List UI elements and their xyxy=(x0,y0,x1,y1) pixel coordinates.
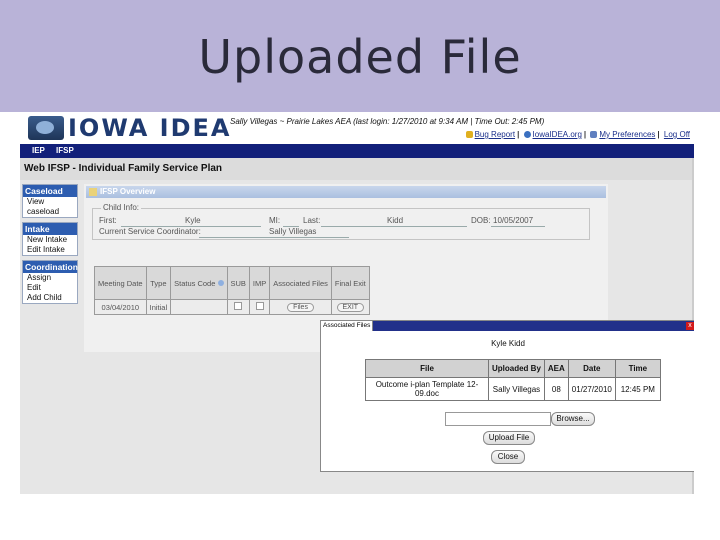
associated-files-dialog: Associated Files x Kyle Kidd File Upload… xyxy=(320,320,694,472)
bug-report-link[interactable]: Bug Report xyxy=(475,130,515,139)
help-icon[interactable] xyxy=(217,279,224,286)
iowa-map-logo-icon xyxy=(28,116,64,140)
aea-cell: 08 xyxy=(543,377,569,401)
browse-button[interactable]: Browse... xyxy=(551,412,595,426)
col-uploaded-by: Uploaded By xyxy=(488,359,545,378)
log-off-link[interactable]: Log Off xyxy=(664,130,690,139)
coordinator-underline xyxy=(199,237,349,238)
sidebar-coordination: Coordination Assign Edit Add Child xyxy=(22,260,78,304)
col-time: Time xyxy=(614,359,661,378)
dialog-child-name: Kyle Kidd xyxy=(491,339,525,348)
exit-button[interactable]: EXIT xyxy=(336,303,365,312)
exit-cell: EXIT xyxy=(330,299,370,315)
col-status-code: Status Code xyxy=(170,266,228,300)
child-info-legend: Child Info: xyxy=(101,203,142,212)
file-path-input[interactable] xyxy=(445,412,551,426)
home-icon xyxy=(89,188,97,196)
last-value: Kidd xyxy=(387,216,404,225)
nav-bar: IEP IFSP xyxy=(20,144,694,158)
last-underline xyxy=(321,226,467,227)
nav-ifsp[interactable]: IFSP xyxy=(56,146,74,155)
files-cell: Files xyxy=(269,299,332,315)
bug-icon xyxy=(465,131,473,138)
uploaded-by-cell: Sally Villegas xyxy=(488,377,545,401)
sidebar-intake: Intake New Intake Edit Intake xyxy=(22,222,78,256)
files-table: File Uploaded By AEA Date Time Outcome i… xyxy=(365,359,661,401)
col-file: File xyxy=(365,359,489,378)
iowaidea-link[interactable]: IowaIDEA.org xyxy=(533,130,582,139)
col-aea: AEA xyxy=(543,359,569,378)
page-subtitle-bar: Web IFSP - Individual Family Service Pla… xyxy=(20,158,694,180)
file-name-cell[interactable]: Outcome i-plan Template 12-09.doc xyxy=(365,377,489,401)
files-button[interactable]: Files xyxy=(287,303,314,312)
coordinator-label: Current Service Coordinator: xyxy=(99,227,201,236)
first-label: First: xyxy=(99,216,117,225)
my-preferences-link[interactable]: My Preferences xyxy=(599,130,655,139)
col-imp: IMP xyxy=(248,266,271,300)
ifsp-overview-title: IFSP Overview xyxy=(100,187,156,196)
dialog-title-bar: Associated Files x xyxy=(321,321,694,331)
imp-checkbox[interactable] xyxy=(255,302,264,310)
sidebar-item-add-child[interactable]: Add Child xyxy=(23,293,77,303)
close-button[interactable]: Close xyxy=(491,450,525,464)
table-header-row: Meeting Date Type Status Code SUB IMP As… xyxy=(94,266,370,300)
preferences-icon xyxy=(590,131,598,138)
user-info: Sally Villegas ~ Prairie Lakes AEA (last… xyxy=(230,117,545,126)
ifsp-overview-header: IFSP Overview xyxy=(86,186,606,198)
dob-underline xyxy=(491,226,545,227)
child-info-fieldset: Child Info: First: Kyle MI: Last: Kidd D… xyxy=(92,203,590,240)
status-code-label: Status Code xyxy=(174,278,216,288)
date-cell: 01/27/2010 xyxy=(567,377,616,401)
iep-meetings-table: Meeting Date Type Status Code SUB IMP As… xyxy=(94,266,370,315)
table-row: Outcome i-plan Template 12-09.doc Sally … xyxy=(365,377,661,401)
app-header: IOWA IDEA Sally Villegas ~ Prairie Lakes… xyxy=(20,112,694,144)
table-row: 03/04/2010 Initial Files EXIT xyxy=(94,299,370,315)
sub-cell xyxy=(226,299,250,315)
sidebar: Caseload View caseload Intake New Intake… xyxy=(22,184,78,308)
dob-value: 10/05/2007 xyxy=(493,216,534,225)
sidebar-item-view-caseload[interactable]: View caseload xyxy=(23,197,77,217)
sidebar-item-edit[interactable]: Edit xyxy=(23,283,77,293)
app-screenshot: IOWA IDEA Sally Villegas ~ Prairie Lakes… xyxy=(20,112,694,494)
upload-file-button[interactable]: Upload File xyxy=(483,431,535,445)
sidebar-head-coordination: Coordination xyxy=(23,261,78,273)
top-links: Bug Report | IowaIDEA.org | My Preferences… xyxy=(465,130,690,139)
nav-iep[interactable]: IEP xyxy=(32,146,45,155)
col-associated-files: Associated Files xyxy=(269,266,332,300)
dialog-title: Associated Files xyxy=(321,321,374,331)
globe-icon xyxy=(523,131,531,138)
sidebar-caseload: Caseload View caseload xyxy=(22,184,78,218)
first-value: Kyle xyxy=(185,216,201,225)
col-final-exit: Final Exit xyxy=(330,266,370,300)
page-subtitle: Web IFSP - Individual Family Service Pla… xyxy=(24,163,223,174)
coordinator-value: Sally Villegas xyxy=(269,227,317,236)
slide-title: Uploaded File xyxy=(198,30,522,84)
mi-label: MI: xyxy=(269,216,281,225)
app-logo-text: IOWA IDEA xyxy=(68,114,232,142)
col-meeting-date: Meeting Date xyxy=(94,266,147,300)
sidebar-head-intake: Intake xyxy=(23,223,77,235)
col-date: Date xyxy=(567,359,616,378)
col-sub: SUB xyxy=(226,266,250,300)
sidebar-item-new-intake[interactable]: New Intake xyxy=(23,235,77,245)
type-cell: Initial xyxy=(145,299,172,315)
files-header-row: File Uploaded By AEA Date Time xyxy=(365,359,661,378)
status-code-cell xyxy=(170,299,228,315)
last-label: Last: xyxy=(303,216,321,225)
sidebar-item-edit-intake[interactable]: Edit Intake xyxy=(23,245,77,255)
sidebar-item-assign[interactable]: Assign xyxy=(23,273,77,283)
sub-checkbox[interactable] xyxy=(234,302,243,310)
time-cell: 12:45 PM xyxy=(614,377,661,401)
dob-label: DOB: xyxy=(471,216,491,225)
sidebar-head-caseload: Caseload xyxy=(23,185,77,197)
meeting-date-cell: 03/04/2010 xyxy=(94,299,147,315)
close-icon[interactable]: x xyxy=(686,322,694,330)
col-type: Type xyxy=(145,266,172,300)
imp-cell xyxy=(248,299,271,315)
